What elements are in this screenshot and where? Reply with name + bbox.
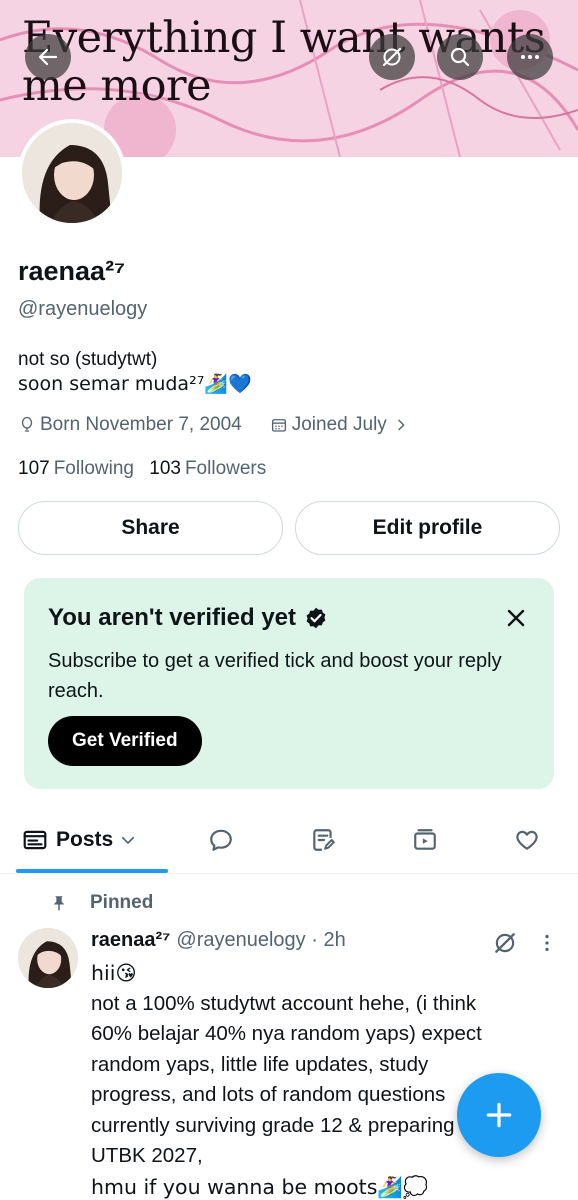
avatar-photo	[22, 123, 122, 223]
more-horizontal-icon	[521, 55, 539, 59]
compose-post-button[interactable]	[457, 1073, 541, 1157]
verification-card: You aren't verified yet Subscribe to get…	[24, 578, 554, 789]
tab-likes[interactable]	[511, 808, 543, 872]
post-handle-time: @rayenuelogy · 2h	[176, 929, 346, 951]
grok-icon	[382, 47, 402, 67]
banner-text: Everything I want wants me more	[22, 13, 546, 111]
tab-media[interactable]	[409, 808, 441, 872]
tab-posts[interactable]: Posts	[22, 808, 137, 872]
verification-title-row: You aren't verified yet	[48, 604, 328, 632]
post-author-name[interactable]: raenaa²⁷	[91, 929, 170, 952]
heart-icon	[516, 830, 538, 850]
profile-avatar[interactable]	[18, 119, 126, 227]
reply-icon	[210, 829, 232, 851]
bio-line: soon semar muda²⁷🏄‍♀️💙	[18, 373, 252, 395]
tab-replies[interactable]	[205, 808, 237, 872]
profile-tabs: Posts	[0, 808, 578, 874]
verification-title: You aren't verified yet	[48, 604, 297, 631]
back-button[interactable]	[25, 34, 71, 80]
following-link[interactable]: 107 Following	[18, 458, 139, 479]
joined-text: Joined July	[291, 414, 387, 435]
birthday-info: Born November 7, 2004	[18, 414, 242, 436]
posts-icon	[23, 830, 47, 850]
post-header: raenaa²⁷ @rayenuelogy · 2h	[91, 929, 346, 952]
verification-description: Subscribe to get a verified tick and boo…	[48, 650, 502, 702]
follow-stats: 107 Following 103 Followers	[18, 458, 276, 480]
pin-icon	[53, 896, 65, 911]
followers-label: Followers	[184, 458, 267, 479]
post-line: hii😘	[91, 961, 137, 985]
share-button[interactable]: Share	[18, 501, 283, 555]
arrow-left-icon	[38, 48, 58, 66]
media-icon	[414, 829, 436, 850]
balloon-icon	[21, 416, 33, 432]
profile-bio: not so (studytwt) soon semar muda²⁷🏄‍♀️💙	[18, 347, 252, 397]
tab-articles[interactable]	[307, 808, 339, 872]
calendar-icon	[271, 419, 286, 432]
profile-meta: Born November 7, 2004 Joined July	[18, 414, 441, 436]
chevron-down-icon	[122, 836, 135, 844]
followers-count: 103	[149, 458, 181, 479]
following-count: 107	[18, 458, 50, 479]
search-button[interactable]	[437, 34, 483, 80]
get-verified-button[interactable]: Get Verified	[48, 716, 202, 766]
avatar-photo	[18, 928, 78, 988]
more-options-button[interactable]	[507, 34, 553, 80]
close-icon[interactable]	[504, 606, 528, 630]
article-icon	[313, 829, 335, 851]
following-label: Following	[53, 458, 134, 479]
edit-profile-button[interactable]: Edit profile	[295, 501, 560, 555]
plus-icon	[486, 1102, 512, 1128]
verified-badge-icon	[306, 607, 326, 629]
profile-name: raenaa²⁷	[18, 256, 126, 286]
chevron-right-icon	[398, 419, 405, 431]
joined-info[interactable]: Joined July	[270, 414, 413, 436]
more-vertical-icon[interactable]	[536, 930, 558, 956]
profile-handle: @rayenuelogy	[18, 298, 148, 320]
active-tab-indicator	[16, 869, 168, 873]
grok-button[interactable]	[369, 34, 415, 80]
grok-icon[interactable]	[492, 930, 518, 956]
birthday-text: Born November 7, 2004	[40, 414, 242, 435]
tab-posts-label: Posts	[56, 828, 114, 851]
search-icon	[450, 47, 470, 67]
post-line: 60% belajar 40% nya random yaps) expect	[91, 1022, 482, 1045]
pinned-label-row: Pinned	[50, 892, 153, 914]
post-line: not a 100% studytwt account hehe, (i thi…	[91, 991, 477, 1015]
pinned-label: Pinned	[90, 892, 154, 913]
bio-line: not so (studytwt)	[18, 349, 158, 370]
post-author-avatar[interactable]	[18, 928, 78, 988]
followers-link[interactable]: 103 Followers	[149, 458, 266, 479]
post-line: hmu if you wanna be moots🏄‍♀️💭	[91, 1174, 429, 1199]
